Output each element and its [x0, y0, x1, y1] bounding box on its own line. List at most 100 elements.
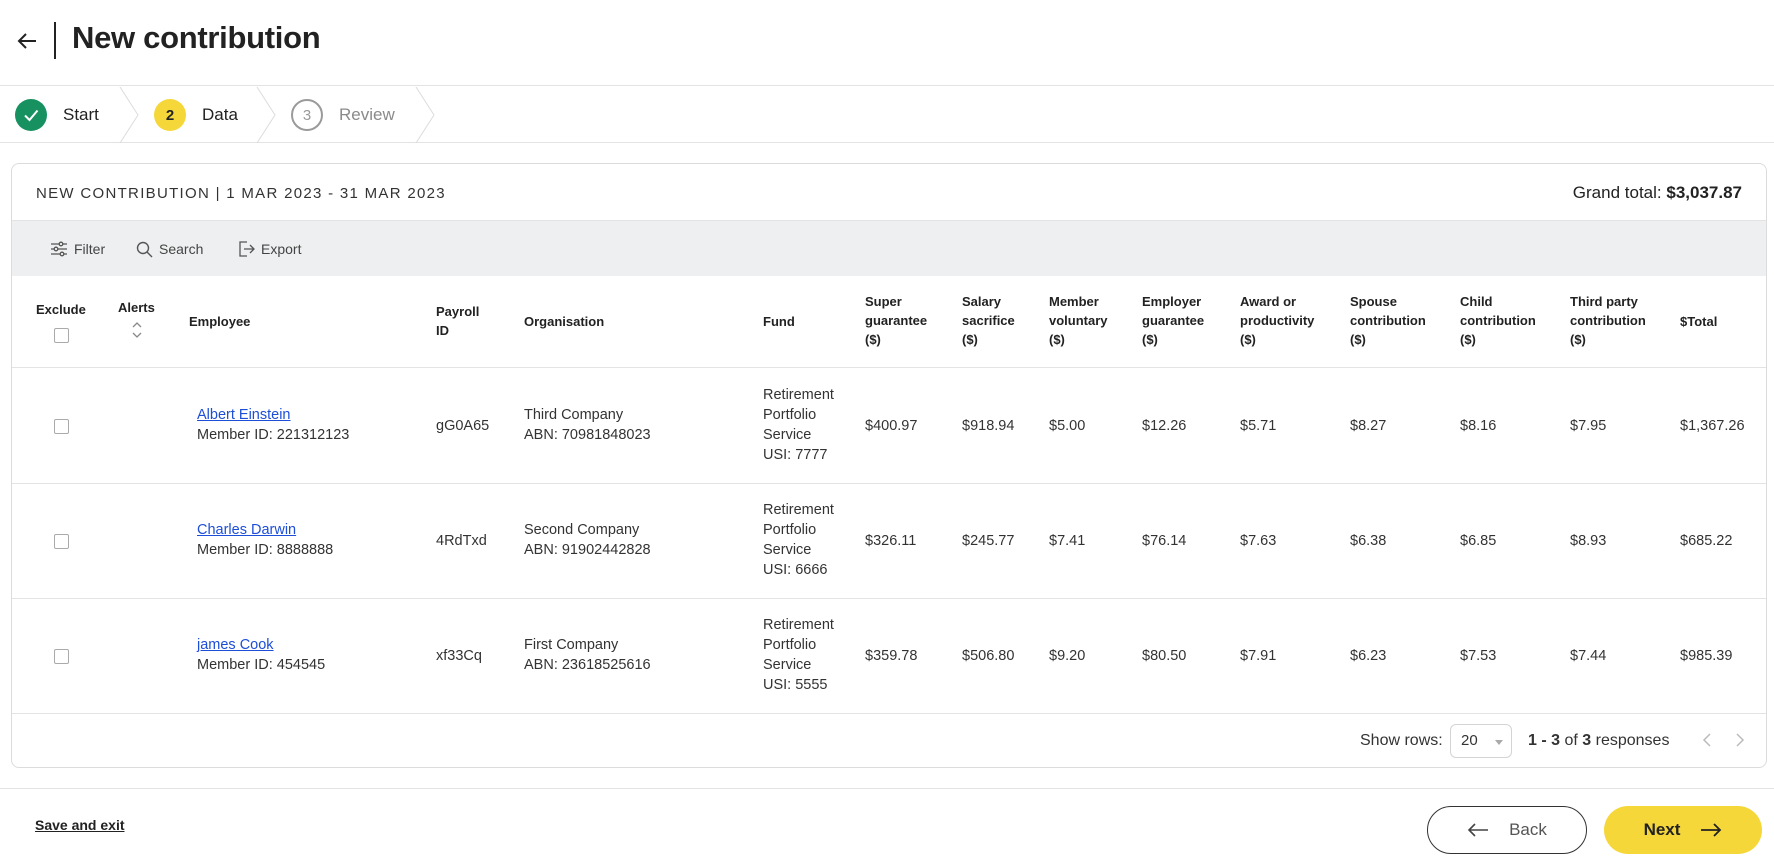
- employee-link[interactable]: Charles Darwin: [197, 520, 333, 540]
- fund-line: Portfolio: [763, 637, 817, 653]
- fund-usi: USI: 7777: [763, 447, 828, 463]
- chevron-left-icon[interactable]: [1700, 729, 1714, 751]
- step-label: Review: [339, 105, 395, 124]
- col-header-line: ($): [962, 332, 978, 347]
- org-abn: ABN: 23618525616: [524, 657, 651, 673]
- fund-cell: Retirement Portfolio Service USI: 6666: [763, 500, 834, 580]
- col-header-line: guarantee: [865, 313, 928, 328]
- member-id: Member ID: 454545: [197, 657, 326, 673]
- back-arrow-icon[interactable]: [16, 30, 38, 52]
- step-separator-icon: [415, 87, 435, 143]
- stepper: Start 2 Data 3 Review: [0, 87, 1774, 143]
- employee-cell: james Cook Member ID: 454545: [197, 635, 325, 675]
- step-start: Start: [15, 87, 99, 143]
- col-header-line: ($): [1350, 332, 1366, 347]
- child-cell: $8.16: [1460, 418, 1497, 434]
- fund-line: Retirement: [763, 617, 834, 633]
- show-rows-label: Show rows:: [1360, 732, 1443, 749]
- contribution-card: NEW CONTRIBUTION | 1 MAR 2023 - 31 MAR 2…: [11, 163, 1767, 768]
- employer-guarantee-cell: $12.26: [1142, 418, 1187, 434]
- table-toolbar: Filter Search Export: [12, 220, 1766, 276]
- header-divider: [54, 22, 56, 59]
- next-button[interactable]: Next: [1604, 806, 1762, 854]
- export-icon: [239, 241, 255, 257]
- table-row: Charles Darwin Member ID: 8888888 4RdTxd…: [12, 484, 1766, 599]
- col-spouse-contribution: Spouse contribution ($): [1350, 292, 1426, 349]
- col-header-line: Award or: [1240, 294, 1297, 309]
- member-voluntary-cell: $7.41: [1049, 533, 1086, 549]
- payroll-id-cell: gG0A65: [436, 418, 490, 434]
- save-and-exit-link[interactable]: Save and exit: [35, 817, 125, 833]
- award-cell: $7.63: [1240, 533, 1277, 549]
- col-header-line: Child: [1460, 294, 1493, 309]
- export-button[interactable]: Export: [237, 221, 301, 277]
- total-cell: $685.22: [1680, 533, 1733, 549]
- super-guarantee-cell: $359.78: [865, 648, 918, 664]
- search-button[interactable]: Search: [136, 221, 203, 277]
- responses-label: responses: [1595, 732, 1670, 749]
- col-fund: Fund: [763, 314, 795, 329]
- col-header-line: contribution: [1570, 313, 1646, 328]
- fund-line: Retirement: [763, 502, 834, 518]
- col-organisation: Organisation: [524, 314, 605, 329]
- responses-count: 1 - 3 of 3 responses: [1528, 732, 1669, 750]
- col-header-line: sacrifice: [962, 313, 1015, 328]
- fund-usi: USI: 6666: [763, 562, 828, 578]
- fund-cell: Retirement Portfolio Service USI: 7777: [763, 385, 834, 465]
- salary-sacrifice-cell: $506.80: [962, 648, 1015, 664]
- payroll-id-cell: 4RdTxd: [436, 533, 487, 549]
- col-header-line: voluntary: [1049, 313, 1108, 328]
- exclude-checkbox[interactable]: [54, 649, 69, 664]
- step-label: Data: [202, 105, 238, 124]
- filter-icon: [51, 241, 67, 257]
- member-voluntary-cell: $5.00: [1049, 418, 1086, 434]
- arrow-right-icon: [1701, 823, 1722, 837]
- rows-per-page-value: 20: [1461, 732, 1478, 749]
- exclude-checkbox[interactable]: [54, 419, 69, 434]
- payroll-id-cell: xf33Cq: [436, 648, 482, 664]
- col-header-line: ($): [1240, 332, 1256, 347]
- col-header-line: guarantee: [1142, 313, 1205, 328]
- col-header-line: productivity: [1240, 313, 1315, 328]
- spouse-cell: $6.38: [1350, 533, 1387, 549]
- col-header-line: Salary: [962, 294, 1002, 309]
- filter-button[interactable]: Filter: [50, 221, 105, 277]
- col-header-line: ($): [1460, 332, 1476, 347]
- organisation-cell: First Company ABN: 23618525616: [524, 635, 651, 675]
- member-voluntary-cell: $9.20: [1049, 648, 1086, 664]
- col-member-voluntary: Member voluntary ($): [1049, 292, 1108, 349]
- col-alerts: Alerts: [118, 300, 155, 315]
- step-label: Start: [63, 105, 99, 124]
- employee-cell: Albert Einstein Member ID: 221312123: [197, 405, 349, 445]
- check-icon: [15, 99, 47, 131]
- col-third-party-contribution: Third party contribution ($): [1570, 292, 1646, 349]
- child-cell: $7.53: [1460, 648, 1497, 664]
- rows-per-page-select[interactable]: 20: [1450, 724, 1512, 758]
- grand-total-label: Grand total:: [1572, 183, 1662, 202]
- back-button-label: Back: [1509, 820, 1547, 839]
- filter-label: Filter: [74, 241, 106, 257]
- search-label: Search: [159, 241, 204, 257]
- col-header-line: Spouse: [1350, 294, 1397, 309]
- employee-link[interactable]: james Cook: [197, 635, 325, 655]
- chevron-right-icon[interactable]: [1733, 729, 1747, 751]
- fund-line: Portfolio: [763, 522, 817, 538]
- table-row: Albert Einstein Member ID: 221312123 gG0…: [12, 369, 1766, 484]
- exclude-checkbox[interactable]: [54, 534, 69, 549]
- fund-line: Portfolio: [763, 407, 817, 423]
- export-label: Export: [261, 241, 302, 257]
- col-child-contribution: Child contribution ($): [1460, 292, 1536, 349]
- spouse-cell: $6.23: [1350, 648, 1387, 664]
- total-cell: $985.39: [1680, 648, 1733, 664]
- sort-icon[interactable]: [131, 320, 143, 340]
- employee-cell: Charles Darwin Member ID: 8888888: [197, 520, 333, 560]
- third-party-cell: $8.93: [1570, 533, 1607, 549]
- org-abn: ABN: 70981848023: [524, 427, 651, 443]
- org-name: Second Company: [524, 522, 640, 538]
- back-button[interactable]: Back: [1427, 806, 1587, 854]
- select-all-checkbox[interactable]: [54, 328, 69, 343]
- col-super-guarantee: Super guarantee ($): [865, 292, 927, 349]
- col-total: $Total: [1680, 314, 1718, 329]
- table-row: james Cook Member ID: 454545 xf33Cq Firs…: [12, 599, 1766, 714]
- employee-link[interactable]: Albert Einstein: [197, 405, 349, 425]
